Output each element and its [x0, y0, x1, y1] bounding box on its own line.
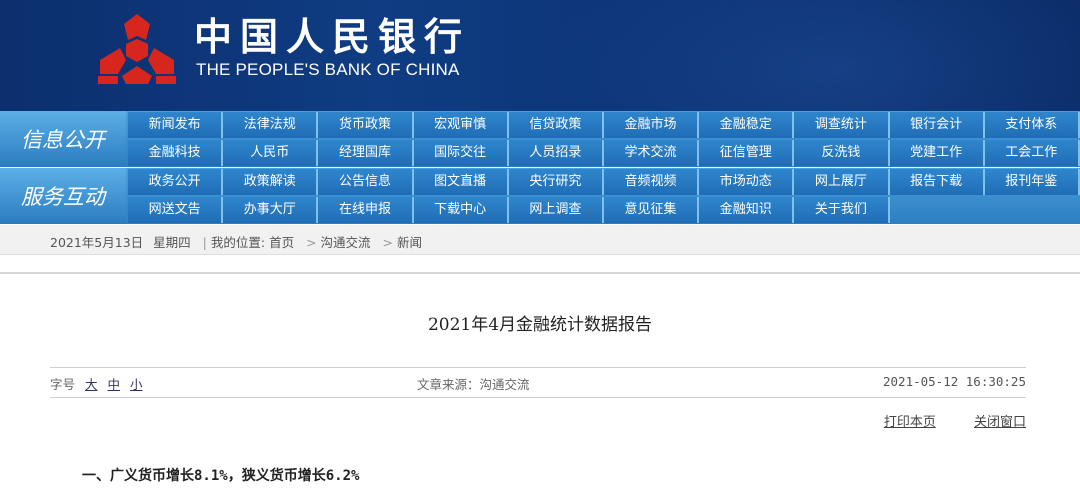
- nav-item-online-exhibition[interactable]: 网上展厅: [794, 169, 890, 195]
- nav-section-label: 信息公开: [0, 111, 126, 167]
- nav-item-live[interactable]: 图文直播: [413, 169, 509, 195]
- nav-item-rmb[interactable]: 人民币: [223, 140, 319, 166]
- current-weekday: 星期四: [153, 235, 191, 250]
- site-header: 中国人民银行 THE PEOPLE'S BANK OF CHINA: [0, 0, 1080, 111]
- nav-item-online-survey[interactable]: 网上调查: [508, 197, 604, 223]
- article-source: 文章来源：沟通交流: [417, 377, 530, 392]
- nav-row: 新闻发布 法律法规 货币政策 宏观审慎 信贷政策 金融市场 金融稳定 调查统计 …: [128, 112, 1080, 138]
- nav-item-financial-stability[interactable]: 金融稳定: [699, 112, 795, 138]
- font-size-control: 字号 大 中 小: [50, 374, 143, 393]
- nav-item-credit-reporting[interactable]: 征信管理: [699, 140, 795, 166]
- nav-item-credit-policy[interactable]: 信贷政策: [508, 112, 604, 138]
- article-meta: 字号 大 中 小 文章来源：沟通交流 2021-05-12 16:30:25: [50, 374, 1026, 392]
- nav-item-financial-knowledge[interactable]: 金融知识: [699, 197, 795, 223]
- separator: |: [202, 235, 207, 250]
- nav-item-party-building[interactable]: 党建工作: [889, 140, 985, 166]
- nav-item-gov-affairs[interactable]: 政务公开: [128, 169, 224, 195]
- divider: [0, 272, 1080, 274]
- font-size-label: 字号: [50, 377, 76, 392]
- nav-item-bank-accounting[interactable]: 银行会计: [889, 112, 985, 138]
- nav-item-fintech[interactable]: 金融科技: [128, 140, 224, 166]
- breadcrumb-news[interactable]: 新闻: [397, 235, 422, 250]
- nav-item-academic[interactable]: 学术交流: [603, 140, 700, 166]
- nav-item-media[interactable]: 音频视频: [603, 169, 700, 195]
- nav-item-monetary-policy[interactable]: 货币政策: [318, 112, 414, 138]
- current-date: 2021年5月13日: [50, 235, 144, 250]
- nav-item-research[interactable]: 央行研究: [508, 169, 604, 195]
- nav-item-empty: [890, 197, 985, 223]
- chevron-right-icon: >: [306, 235, 317, 250]
- print-page-link[interactable]: 打印本页: [884, 415, 936, 430]
- chevron-right-icon: >: [382, 235, 394, 250]
- nav-item-empty: [985, 197, 1080, 223]
- article-actions: 打印本页 关闭窗口: [850, 411, 1026, 430]
- nav-row: 金融科技 人民币 经理国库 国际交往 人员招录 学术交流 征信管理 反洗钱 党建…: [128, 140, 1080, 166]
- font-size-medium-link[interactable]: 中: [108, 377, 121, 392]
- nav-item-feedback[interactable]: 意见征集: [603, 197, 700, 223]
- font-size-large-link[interactable]: 大: [85, 377, 98, 392]
- nav-row: 网送文告 办事大厅 在线申报 下载中心 网上调查 意见征集 金融知识 关于我们: [128, 197, 1080, 223]
- breadcrumb: 2021年5月13日 星期四 | 我的位置: 首页 > 沟通交流 > 新闻: [50, 232, 422, 251]
- nav-item-recruitment[interactable]: 人员招录: [508, 140, 604, 166]
- nav-row: 政务公开 政策解读 公告信息 图文直播 央行研究 音频视频 市场动态 网上展厅 …: [128, 169, 1080, 195]
- site-title-en: THE PEOPLE'S BANK OF CHINA: [196, 60, 460, 79]
- nav-item-treasury[interactable]: 经理国库: [318, 140, 414, 166]
- nav-item-laws[interactable]: 法律法规: [223, 112, 319, 138]
- font-size-small-link[interactable]: 小: [130, 377, 143, 392]
- nav-item-aml[interactable]: 反洗钱: [794, 140, 890, 166]
- nav-item-about-us[interactable]: 关于我们: [794, 197, 890, 223]
- article-title: 2021年4月金融统计数据报告: [427, 315, 653, 335]
- nav-section-info: 信息公开 新闻发布 法律法规 货币政策 宏观审慎 信贷政策 金融市场 金融稳定 …: [0, 111, 1080, 167]
- nav-item-notices[interactable]: 网送文告: [128, 197, 224, 223]
- nav-item-report-download[interactable]: 报告下载: [889, 169, 985, 195]
- nav-item-news[interactable]: 新闻发布: [128, 112, 224, 138]
- close-window-link[interactable]: 关闭窗口: [974, 415, 1026, 430]
- divider: [50, 397, 1026, 398]
- divider: [50, 367, 1026, 368]
- nav-item-market-news[interactable]: 市场动态: [699, 169, 795, 195]
- nav-section-label: 服务互动: [0, 168, 126, 224]
- nav-item-service-hall[interactable]: 办事大厅: [223, 197, 319, 223]
- pboc-logo-icon[interactable]: [96, 12, 178, 86]
- location-label: 我的位置:: [210, 235, 266, 250]
- nav-item-payment-system[interactable]: 支付体系: [984, 112, 1080, 138]
- site-title-cn: 中国人民银行: [194, 15, 471, 59]
- breadcrumb-communication[interactable]: 沟通交流: [321, 235, 371, 250]
- nav-item-macroprudential[interactable]: 宏观审慎: [413, 112, 509, 138]
- nav-item-online-filing[interactable]: 在线申报: [318, 197, 414, 223]
- nav-item-yearbook[interactable]: 报刊年鉴: [984, 169, 1080, 195]
- nav-item-download-center[interactable]: 下载中心: [413, 197, 509, 223]
- nav-item-announcements[interactable]: 公告信息: [318, 169, 414, 195]
- nav-item-international[interactable]: 国际交往: [413, 140, 509, 166]
- nav-item-financial-market[interactable]: 金融市场: [603, 112, 700, 138]
- breadcrumb-home[interactable]: 首页: [269, 235, 294, 250]
- nav-item-statistics[interactable]: 调查统计: [794, 112, 890, 138]
- breadcrumb-bar: 2021年5月13日 星期四 | 我的位置: 首页 > 沟通交流 > 新闻: [0, 225, 1080, 255]
- nav-grid: 政务公开 政策解读 公告信息 图文直播 央行研究 音频视频 市场动态 网上展厅 …: [128, 168, 1080, 224]
- nav-item-union[interactable]: 工会工作: [984, 140, 1080, 166]
- publish-datetime: 2021-05-12 16:30:25: [883, 374, 1026, 389]
- section-heading: 一、广义货币增长8.1%，狭义货币增长6.2%: [82, 468, 360, 484]
- nav-item-policy-interpretation[interactable]: 政策解读: [223, 169, 319, 195]
- nav-section-service: 服务互动 政务公开 政策解读 公告信息 图文直播 央行研究 音频视频 市场动态 …: [0, 168, 1080, 224]
- nav-grid: 新闻发布 法律法规 货币政策 宏观审慎 信贷政策 金融市场 金融稳定 调查统计 …: [128, 111, 1080, 167]
